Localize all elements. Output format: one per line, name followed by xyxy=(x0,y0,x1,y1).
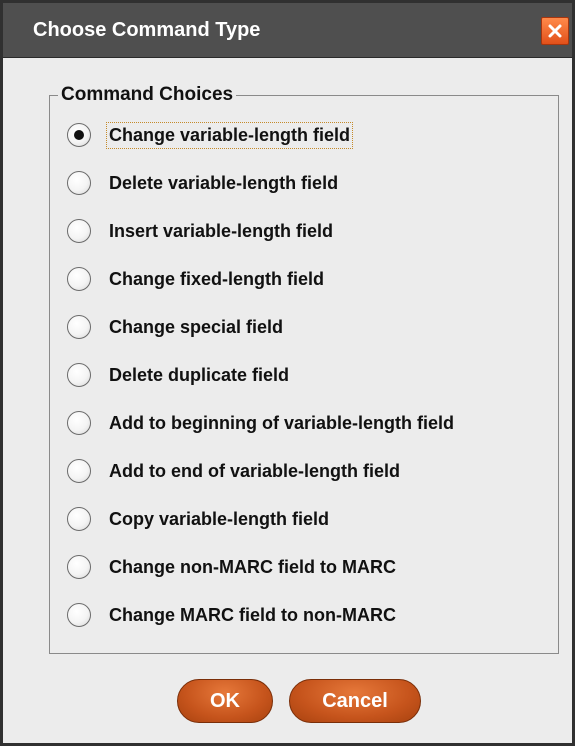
option-label: Insert variable-length field xyxy=(109,220,334,241)
dialog-title: Choose Command Type xyxy=(33,19,261,41)
radio-button[interactable] xyxy=(67,315,91,339)
option-label: Copy variable-length field xyxy=(109,508,330,529)
option-change-special-field[interactable]: Change special field xyxy=(67,312,285,342)
option-delete-duplicate-field[interactable]: Delete duplicate field xyxy=(67,360,291,390)
radio-button[interactable] xyxy=(67,411,91,435)
option-copy-variable-length-field[interactable]: Copy variable-length field xyxy=(67,504,331,534)
radio-button[interactable] xyxy=(67,267,91,291)
option-insert-variable-length-field[interactable]: Insert variable-length field xyxy=(67,216,335,246)
option-label: Delete duplicate field xyxy=(109,364,290,385)
radio-button[interactable] xyxy=(67,555,91,579)
close-icon xyxy=(548,24,562,38)
radio-button[interactable] xyxy=(67,171,91,195)
option-label: Change variable-length field xyxy=(105,121,354,149)
radio-button[interactable] xyxy=(67,123,91,147)
option-label: Change MARC field to non-MARC xyxy=(109,604,396,625)
option-label: Add to beginning of variable-length fiel… xyxy=(109,412,454,433)
option-label: Change special field xyxy=(109,316,284,337)
close-button[interactable] xyxy=(541,17,569,45)
radio-selected-dot xyxy=(74,130,84,140)
radio-button[interactable] xyxy=(67,219,91,243)
option-add-to-beginning[interactable]: Add to beginning of variable-length fiel… xyxy=(67,408,456,438)
choose-command-type-dialog: Choose Command Type Command Choices Chan… xyxy=(0,0,575,746)
cancel-button[interactable]: Cancel xyxy=(289,679,421,723)
button-row: OK Cancel xyxy=(3,679,572,723)
option-label: Add to end of variable-length field xyxy=(109,460,401,481)
option-add-to-end[interactable]: Add to end of variable-length field xyxy=(67,456,402,486)
option-change-fixed-length-field[interactable]: Change fixed-length field xyxy=(67,264,326,294)
command-choices-group: Command Choices Change variable-length f… xyxy=(49,83,559,654)
option-label: Change fixed-length field xyxy=(109,268,325,289)
radio-button[interactable] xyxy=(67,363,91,387)
ok-button[interactable]: OK xyxy=(177,679,273,723)
option-change-variable-length-field[interactable]: Change variable-length field xyxy=(67,120,354,150)
radio-button[interactable] xyxy=(67,459,91,483)
radio-button[interactable] xyxy=(67,507,91,531)
radio-button[interactable] xyxy=(67,603,91,627)
group-legend: Command Choices xyxy=(58,83,237,107)
option-change-marc-to-non-marc[interactable]: Change MARC field to non-MARC xyxy=(67,600,398,630)
option-label: Change non-MARC field to MARC xyxy=(109,556,396,577)
option-change-non-marc-to-marc[interactable]: Change non-MARC field to MARC xyxy=(67,552,398,582)
title-bar[interactable]: Choose Command Type xyxy=(3,3,572,58)
option-delete-variable-length-field[interactable]: Delete variable-length field xyxy=(67,168,340,198)
option-label: Delete variable-length field xyxy=(109,172,339,193)
